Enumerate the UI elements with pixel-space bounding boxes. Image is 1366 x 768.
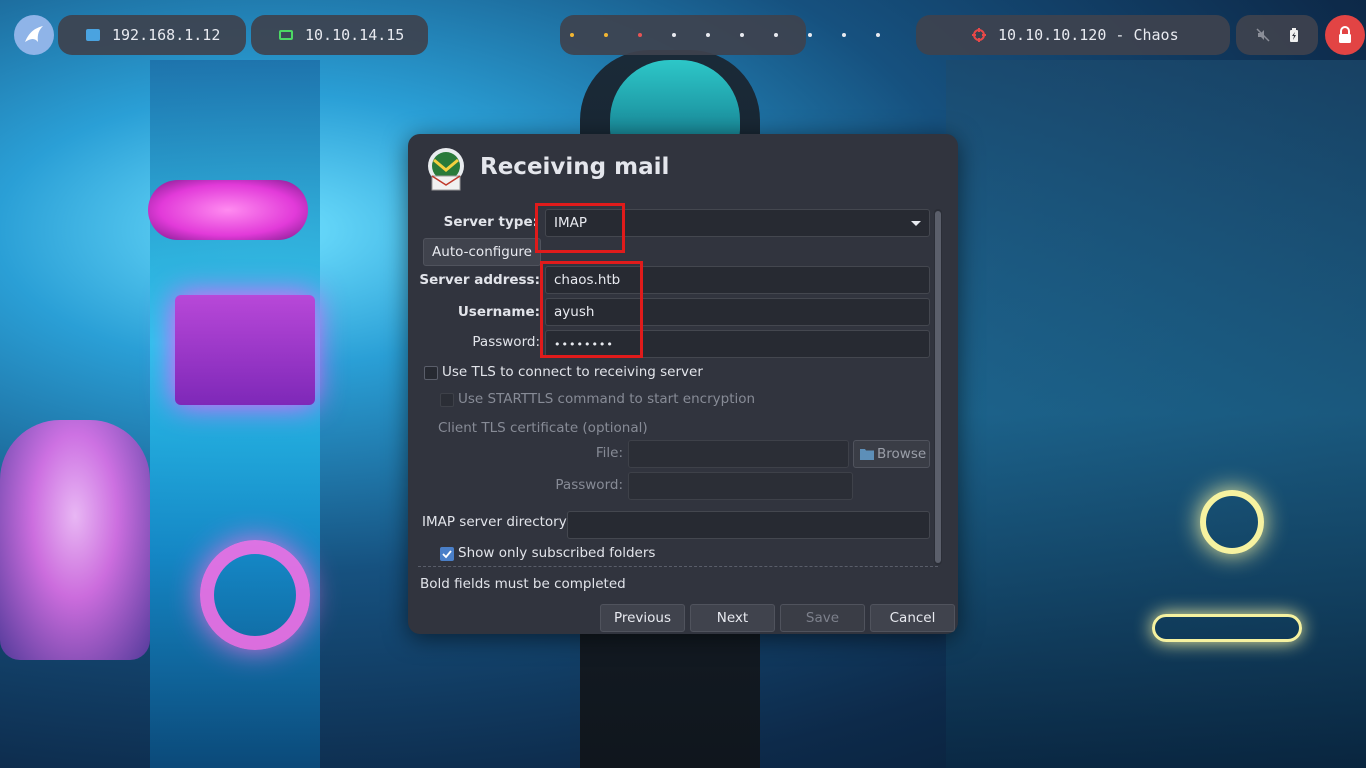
dialog-form-area: Server type: IMAP Auto-configure Server …	[418, 204, 938, 566]
cancel-button[interactable]: Cancel	[870, 604, 955, 632]
starttls-checkbox[interactable]	[440, 393, 454, 407]
file-label: File:	[595, 445, 623, 461]
local-ip-widget[interactable]: 192.168.1.12	[58, 15, 246, 55]
speaker-muted-icon[interactable]	[1255, 28, 1270, 42]
target-widget[interactable]: 10.10.10.120 - Chaos	[916, 15, 1230, 55]
workspace-dot[interactable]	[842, 33, 846, 37]
highlight-server-type	[535, 203, 625, 253]
wallpaper-neon-face	[0, 420, 150, 660]
system-tray[interactable]	[1236, 15, 1318, 55]
laptop-icon	[279, 30, 293, 40]
checkmark-icon	[442, 550, 452, 559]
workspace-dot[interactable]	[808, 33, 812, 37]
wallpaper-neon-sign	[175, 295, 315, 405]
subscribed-folders-label[interactable]: Show only subscribed folders	[458, 545, 655, 561]
username-label: Username:	[457, 304, 540, 320]
dialog-scrollbar[interactable]	[934, 209, 942, 565]
wallpaper-neon-logo	[1200, 490, 1264, 554]
workspace-dot[interactable]	[604, 33, 608, 37]
client-cert-label: Client TLS certificate (optional)	[438, 420, 648, 436]
workspace-dot[interactable]	[774, 33, 778, 37]
chevron-down-icon	[911, 220, 921, 226]
workspace-dot[interactable]	[570, 33, 574, 37]
folder-icon	[860, 449, 874, 460]
workspaces-widget[interactable]	[560, 15, 880, 55]
cert-password-label: Password:	[555, 477, 623, 493]
file-field[interactable]	[628, 440, 849, 468]
wallpaper-neon-ring	[148, 180, 308, 240]
lock-screen-button[interactable]	[1325, 15, 1365, 55]
scrollbar-thumb[interactable]	[935, 211, 941, 563]
highlight-credentials	[540, 261, 643, 358]
imap-directory-label: IMAP server directory:	[422, 514, 571, 530]
footer-note: Bold fields must be completed	[420, 576, 626, 592]
browse-label: Browse	[877, 446, 927, 462]
wallpaper-city-right	[946, 60, 1366, 768]
browse-button[interactable]: Browse	[853, 440, 930, 468]
use-tls-label[interactable]: Use TLS to connect to receiving server	[442, 364, 703, 380]
dialog-title: Receiving mail	[480, 154, 670, 180]
battery-icon[interactable]	[1289, 28, 1299, 42]
imap-directory-field[interactable]	[567, 511, 930, 539]
auto-configure-button[interactable]: Auto-configure	[423, 238, 541, 266]
wallpaper-neon-circle	[200, 540, 310, 650]
starttls-label: Use STARTTLS command to start encryption	[458, 391, 756, 407]
launcher-button[interactable]	[14, 15, 54, 55]
mail-client-logo-icon	[428, 148, 464, 191]
workspace-dot[interactable]	[638, 33, 642, 37]
vpn-ip-widget[interactable]: 10.10.14.15	[251, 15, 428, 55]
target-text: 10.10.10.120 - Chaos	[998, 26, 1179, 44]
use-tls-checkbox[interactable]	[424, 366, 438, 380]
subscribed-folders-checkbox[interactable]	[440, 547, 454, 561]
network-icon	[86, 29, 100, 41]
local-ip-text: 192.168.1.12	[112, 26, 221, 44]
lock-icon	[1339, 26, 1351, 43]
previous-button[interactable]: Previous	[600, 604, 685, 632]
crosshair-icon	[972, 28, 986, 42]
password-label: Password:	[472, 334, 540, 350]
wallpaper-neon-banner	[1152, 614, 1302, 642]
server-address-label: Server address:	[419, 272, 540, 288]
workspace-dot[interactable]	[740, 33, 744, 37]
server-type-label: Server type:	[443, 214, 538, 230]
footer-separator	[418, 566, 938, 567]
receiving-mail-dialog: Receiving mail Server type: IMAP Auto-co…	[408, 134, 958, 634]
save-button[interactable]: Save	[780, 604, 865, 632]
cert-password-field[interactable]	[628, 472, 853, 500]
next-button[interactable]: Next	[690, 604, 775, 632]
swordfish-launcher-icon	[25, 26, 43, 42]
workspace-dot[interactable]	[706, 33, 710, 37]
wallpaper-tower	[150, 60, 320, 768]
vpn-ip-text: 10.10.14.15	[305, 26, 405, 44]
workspace-dots[interactable]	[566, 33, 896, 37]
workspace-dot[interactable]	[876, 33, 880, 37]
workspace-dot[interactable]	[672, 33, 676, 37]
